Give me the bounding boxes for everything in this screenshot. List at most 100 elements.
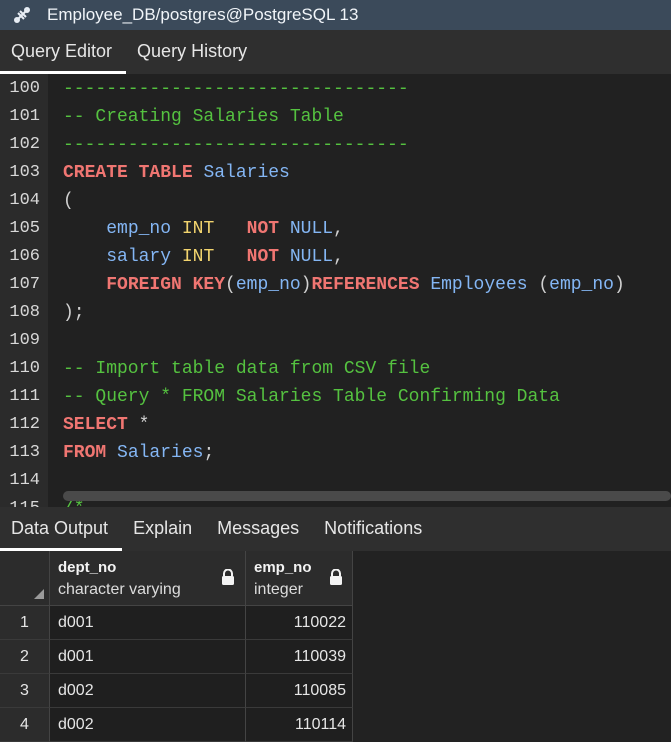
select-all-corner[interactable] xyxy=(0,551,50,606)
code-text: salary INT NOT NULL, xyxy=(63,243,344,271)
tab-data-output[interactable]: Data Output xyxy=(0,507,123,551)
code-text: FOREIGN KEY(emp_no)REFERENCES Employees … xyxy=(63,271,625,299)
cell-dept-no[interactable]: d002 xyxy=(50,674,246,708)
tab-explain[interactable]: Explain xyxy=(122,507,206,551)
code-token: * xyxy=(127,415,150,435)
cell-emp-no[interactable]: 110022 xyxy=(246,606,353,640)
line-number: 110 xyxy=(9,359,40,378)
code-text: -------------------------------- xyxy=(63,131,409,159)
corner-triangle-icon xyxy=(34,589,44,599)
line-number: 101 xyxy=(9,107,40,126)
line-number: 105 xyxy=(9,219,40,238)
code-line[interactable]: 104 ( xyxy=(0,187,671,215)
code-token: SELECT xyxy=(63,415,128,435)
code-token: -------------------------------- xyxy=(63,79,409,99)
code-line[interactable]: 101 -- Creating Salaries Table xyxy=(0,103,671,131)
code-line[interactable]: 108); xyxy=(0,299,671,327)
code-token: -------------------------------- xyxy=(63,135,409,155)
column-name: dept_no xyxy=(58,559,117,576)
code-text: -------------------------------- xyxy=(63,75,409,103)
code-token: emp_no xyxy=(106,219,172,239)
line-number: 112 xyxy=(9,415,40,434)
line-number: 113 xyxy=(9,443,40,462)
line-number: 103 xyxy=(9,163,40,182)
cell-dept-no[interactable]: d001 xyxy=(50,640,246,674)
line-number: 102 xyxy=(9,135,40,154)
cell-emp-no[interactable]: 110039 xyxy=(246,640,353,674)
code-text: -- Import table data from CSV file xyxy=(63,355,430,383)
code-text: CREATE TABLE Salaries xyxy=(63,159,290,187)
tab-messages[interactable]: Messages xyxy=(206,507,313,551)
code-line[interactable]: 106 salary INT NOT NULL, xyxy=(0,243,671,271)
row-number[interactable]: 2 xyxy=(0,640,50,674)
code-token: emp_no xyxy=(235,275,301,295)
row-number[interactable]: 3 xyxy=(0,674,50,708)
output-tabs: Data Output Explain Messages Notificatio… xyxy=(0,507,671,551)
column-header-dept-no[interactable]: dept_no character varying xyxy=(50,551,246,606)
data-output-grid: dept_no character varying emp_no integer… xyxy=(0,551,671,742)
horizontal-scrollbar[interactable] xyxy=(63,491,671,501)
line-number: 104 xyxy=(9,191,40,210)
code-token: ( xyxy=(527,275,550,295)
sql-editor[interactable]: 100 -------------------------------- 101 --… xyxy=(0,74,671,507)
code-text: FROM Salaries; xyxy=(63,439,214,467)
line-number: 114 xyxy=(9,471,40,490)
code-token: NOT xyxy=(246,219,280,239)
code-token: ; xyxy=(203,443,215,463)
column-name: emp_no xyxy=(254,559,312,576)
tab-notifications[interactable]: Notifications xyxy=(313,507,436,551)
code-token: ); xyxy=(63,303,85,323)
code-token: Salaries xyxy=(117,443,204,463)
code-token: Employees xyxy=(430,275,528,295)
code-token: , xyxy=(333,219,344,239)
editor-tabs: Query Editor Query History xyxy=(0,30,671,74)
line-number: 107 xyxy=(9,275,40,294)
code-line[interactable]: 110 -- Import table data from CSV file xyxy=(0,355,671,383)
tab-query-history[interactable]: Query History xyxy=(126,30,261,74)
code-line[interactable]: 103 CREATE TABLE Salaries xyxy=(0,159,671,187)
code-token: NULL xyxy=(289,247,334,267)
code-token: NOT xyxy=(246,247,280,267)
line-number: 100 xyxy=(9,79,40,98)
cell-dept-no[interactable]: d001 xyxy=(50,606,246,640)
code-line[interactable]: 111 -- Query * FROM Salaries Table Confir… xyxy=(0,383,671,411)
column-type: integer xyxy=(254,581,303,598)
line-number: 111 xyxy=(9,387,40,406)
code-token: salary xyxy=(106,247,172,267)
code-text: SELECT * xyxy=(63,411,149,439)
column-header-emp-no[interactable]: emp_no integer xyxy=(246,551,353,606)
code-line[interactable]: 100 -------------------------------- xyxy=(0,75,671,103)
code-line[interactable]: 109 xyxy=(0,327,671,355)
connect-icon xyxy=(11,4,33,26)
code-token: , xyxy=(333,247,344,267)
code-line[interactable]: 102 -------------------------------- xyxy=(0,131,671,159)
row-number[interactable]: 1 xyxy=(0,606,50,640)
code-text: -- Query * FROM Salaries Table Confirmin… xyxy=(63,383,560,411)
code-token: -- Query * FROM Salaries Table Confirmin… xyxy=(63,387,560,407)
code-token: FOREIGN KEY xyxy=(106,275,226,295)
code-token: CREATE TABLE xyxy=(63,163,204,183)
title-bar: Employee_DB/postgres@PostgreSQL 13 xyxy=(0,0,671,30)
line-number: 106 xyxy=(9,247,40,266)
code-token: INT xyxy=(181,219,215,239)
tab-query-editor[interactable]: Query Editor xyxy=(0,30,127,74)
code-token: -- Creating Salaries Table xyxy=(63,107,344,127)
code-line[interactable]: 107 FOREIGN KEY(emp_no)REFERENCES Employ… xyxy=(0,271,671,299)
line-number: 115 xyxy=(0,495,40,507)
code-token: ( xyxy=(225,275,236,295)
code-token: INT xyxy=(181,247,215,267)
code-line[interactable]: 105 emp_no INT NOT NULL, xyxy=(0,215,671,243)
code-token: -- Import table data from CSV file xyxy=(63,359,431,379)
code-token: REFERENCES xyxy=(311,275,420,295)
cell-emp-no[interactable]: 110085 xyxy=(246,674,353,708)
code-line[interactable]: 113 FROM Salaries; xyxy=(0,439,671,467)
code-line[interactable]: 112 SELECT * xyxy=(0,411,671,439)
